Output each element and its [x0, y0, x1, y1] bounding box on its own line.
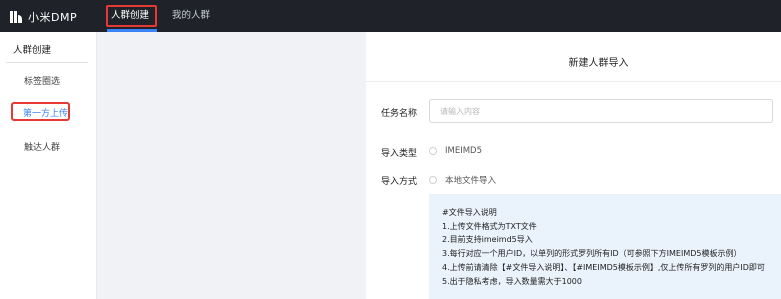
- instruction-line: 5.出于隐私考虑，导入数量需大于1000: [442, 276, 582, 286]
- task-name-label: 任务名称: [381, 109, 418, 119]
- app-logo[interactable]: 小米DMP: [10, 9, 77, 25]
- sidebar-item-reach-crowd[interactable]: 触达人群: [24, 140, 60, 153]
- page-title: 新建人群导入: [568, 58, 629, 69]
- app-name: 小米DMP: [28, 11, 78, 24]
- radio-label: IMEIMD5: [445, 146, 483, 156]
- instruction-line: 3.每行对应一个用户ID，以单列的形式罗列所有ID（可参照下方IMEIMD5模板…: [442, 249, 742, 259]
- import-method-label: 导入方式: [381, 177, 418, 187]
- radio-circle-icon: [429, 147, 437, 155]
- instruction-line: 4.上传前请清除【#文件导入说明】、【#IMEIMD5模板示例】,仅上传所有罗列…: [442, 262, 765, 272]
- task-name-input[interactable]: [429, 99, 773, 123]
- instruction-line: 1.上传文件格式为TXT文件: [442, 221, 537, 231]
- sidebar: 人群创建 标签圈选 第一方上传 触达人群: [0, 32, 97, 299]
- sidebar-item-tag-select[interactable]: 标签圈选: [24, 74, 60, 87]
- instruction-line: #文件导入说明: [442, 208, 497, 217]
- highlight-box: [106, 5, 157, 27]
- sidebar-item-first-party-upload[interactable]: 第一方上传: [11, 102, 70, 121]
- top-nav-bar: 小米DMP 人群创建 我的人群: [0, 0, 781, 32]
- import-panel: 新建人群导入 任务名称 导入类型 IMEIMD5 导入方式 本地文件导入 #文件…: [366, 32, 781, 299]
- tab-my-crowds[interactable]: 我的人群: [172, 0, 210, 32]
- sidebar-title: 人群创建: [13, 45, 52, 56]
- instruction-line: 2.目前支持imeimd5导入: [442, 235, 533, 245]
- radio-label: 本地文件导入: [445, 176, 497, 186]
- panel-divider: [366, 81, 781, 82]
- sidebar-divider: [6, 62, 88, 63]
- tab-label: 我的人群: [172, 10, 211, 21]
- import-type-radio-imeimd5[interactable]: IMEIMD5: [429, 146, 482, 156]
- active-tab-indicator: [107, 29, 157, 32]
- import-method-radio-local-file[interactable]: 本地文件导入: [429, 174, 496, 186]
- mi-logo-icon: [10, 11, 22, 23]
- sidebar-item-label: 第一方上传: [23, 109, 69, 119]
- import-instructions: #文件导入说明 1.上传文件格式为TXT文件 2.目前支持imeimd5导入 3…: [429, 194, 781, 299]
- import-type-label: 导入类型: [381, 149, 418, 159]
- radio-circle-icon: [429, 176, 437, 184]
- tab-crowd-create[interactable]: 人群创建: [106, 0, 157, 32]
